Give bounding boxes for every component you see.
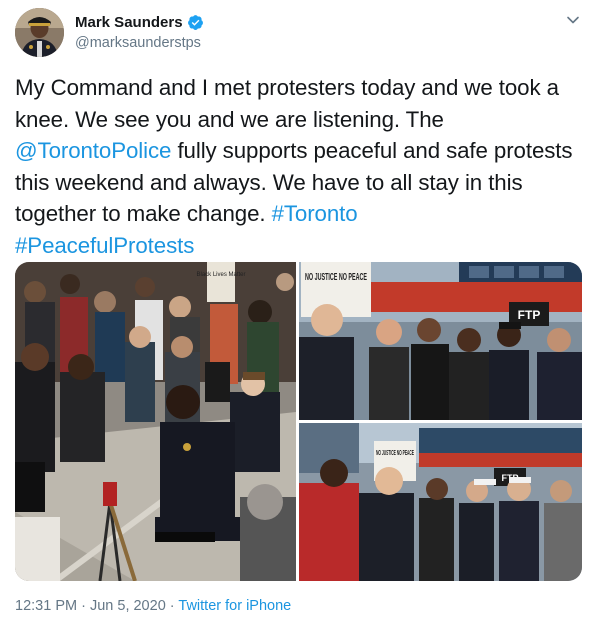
tweet-text: My Command and I met protesters today an… (15, 72, 585, 261)
protest-sign-text: Black Lives Matter (196, 272, 245, 278)
author-handle[interactable]: @marksaunderstps (75, 35, 204, 51)
ftp-sign-text: FTP (518, 308, 541, 322)
media-grid: Black Lives Matter NO JUSTICE NO PEACE F… (15, 262, 582, 581)
photo-police-line[interactable]: NO JUSTICE NO PEACE FTP (299, 423, 582, 581)
no-justice-sign-text: NO JUSTICE NO PEACE (305, 272, 367, 283)
tweet-source-link[interactable]: Twitter for iPhone (178, 598, 291, 614)
meta-separator-2: · (165, 598, 179, 614)
hashtag-link-toronto[interactable]: #Toronto (272, 201, 358, 226)
mention-link[interactable]: @TorontoPolice (15, 138, 171, 163)
photo-protesters-with-police[interactable]: NO JUSTICE NO PEACE FTP (299, 262, 582, 420)
author-names: Mark Saunders @marksaunderstps (75, 12, 204, 51)
verified-badge-icon (187, 14, 204, 31)
tweet-metadata: 12:31 PM · Jun 5, 2020 · Twitter for iPh… (15, 598, 291, 614)
tweet-text-part1: My Command and I met protesters today an… (15, 75, 559, 132)
no-justice-sign-text-2: NO JUSTICE NO PEACE (376, 450, 414, 457)
tweet-header: Mark Saunders @marksaunderstps (15, 8, 585, 58)
tweet-time[interactable]: 12:31 PM (15, 598, 77, 614)
photo-kneeling-officer[interactable]: Black Lives Matter (15, 262, 296, 581)
avatar[interactable] (15, 8, 64, 57)
chevron-down-icon[interactable] (565, 12, 581, 28)
tweet-card: Mark Saunders @marksaunderstps My Comman… (0, 0, 597, 630)
display-name-row: Mark Saunders (75, 12, 204, 32)
tweet-date[interactable]: Jun 5, 2020 (90, 598, 166, 614)
hashtag-link-peaceful-protests[interactable]: #PeacefulProtests (15, 233, 194, 258)
meta-separator-1: · (77, 598, 90, 614)
display-name[interactable]: Mark Saunders (75, 14, 183, 31)
